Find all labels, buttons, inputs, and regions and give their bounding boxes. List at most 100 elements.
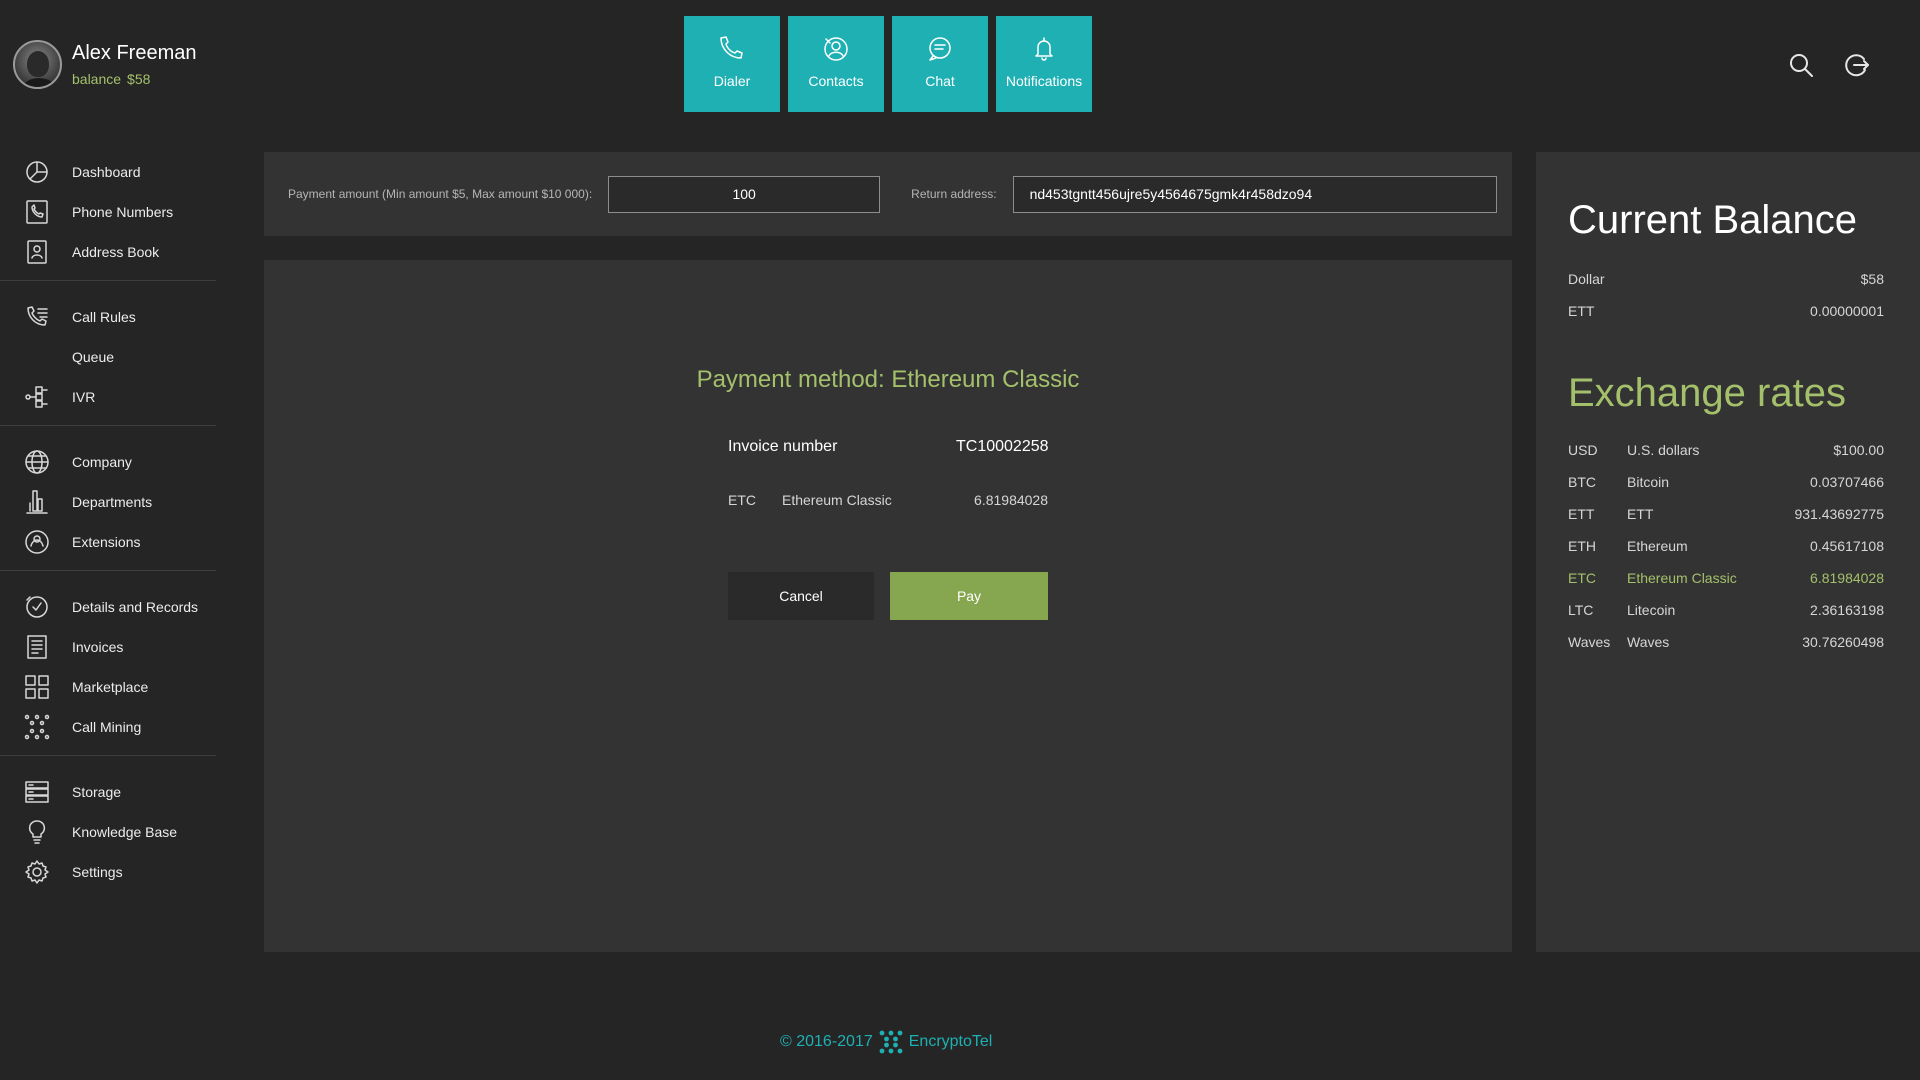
- balance-label: balance: [72, 71, 122, 87]
- gear-icon: [24, 859, 50, 885]
- departments-icon: [24, 489, 50, 515]
- user-profile[interactable]: Alex Freeman balance $58: [13, 40, 197, 89]
- user-balance: balance $58: [72, 71, 197, 87]
- return-address-input[interactable]: [1012, 175, 1497, 213]
- user-name: Alex Freeman: [72, 42, 197, 64]
- exchange-rate-row[interactable]: ETT ETT 931.43692775: [1568, 498, 1884, 530]
- cancel-button[interactable]: Cancel: [728, 572, 874, 620]
- tile-dialer[interactable]: Dialer: [684, 16, 780, 112]
- avatar[interactable]: [13, 40, 62, 89]
- rate-code: LTC: [1568, 602, 1594, 618]
- balance-panel: Current Balance Dollar $58 ETT 0.00000001 E…: [1536, 152, 1920, 952]
- sidebar-item-extensions[interactable]: Extensions: [0, 522, 216, 562]
- exchange-rate-row[interactable]: LTC Litecoin 2.36163198: [1568, 594, 1884, 626]
- sidebar-divider: [0, 280, 216, 281]
- rate-code: Waves: [1568, 634, 1611, 650]
- rate-name: Ethereum: [1627, 538, 1688, 554]
- top-tiles: Dialer Contacts Chat Notifications: [684, 16, 1100, 112]
- marketplace-icon: [24, 674, 50, 700]
- tile-chat[interactable]: Chat: [892, 16, 988, 112]
- sidebar-item-departments[interactable]: Departments: [0, 482, 216, 522]
- sidebar-item-label: Phone Numbers: [72, 204, 174, 220]
- sidebar-item-label: Details and Records: [72, 599, 199, 615]
- payment-bar: Payment amount (Min amount $5, Max amoun…: [264, 152, 1512, 236]
- sidebar-item-address-book[interactable]: Address Book: [0, 232, 216, 272]
- contacts-icon: [824, 37, 848, 61]
- sidebar-divider: [0, 425, 216, 426]
- sidebar-item-phone-numbers[interactable]: Phone Numbers: [0, 192, 216, 232]
- rate-name: Waves: [1627, 634, 1670, 650]
- logout-button[interactable]: [1842, 50, 1872, 80]
- balance-row: Dollar $58: [1568, 263, 1884, 295]
- rate-code: ETC: [1568, 570, 1596, 586]
- sidebar-item-storage[interactable]: Storage: [0, 772, 216, 812]
- payment-amount-input[interactable]: [608, 175, 881, 213]
- tile-label: Dialer: [713, 73, 751, 89]
- search-button[interactable]: [1786, 50, 1816, 80]
- exchange-rate-row[interactable]: USD U.S. dollars $100.00: [1568, 434, 1884, 466]
- sidebar-item-label: Invoices: [72, 639, 124, 655]
- rate-name: ETT: [1627, 506, 1654, 522]
- rate-name: U.S. dollars: [1627, 442, 1700, 458]
- payment-method-title: Payment method: Ethereum Classic: [696, 366, 1080, 393]
- sidebar: Dashboard Phone Numbers Address Book Call R…: [0, 152, 216, 892]
- profile-text: Alex Freeman balance $58: [72, 42, 197, 87]
- coin-code: ETC: [728, 492, 756, 508]
- sidebar-item-label: Address Book: [72, 244, 160, 260]
- balance-list: Dollar $58 ETT 0.00000001: [1568, 263, 1884, 327]
- pay-button[interactable]: Pay: [890, 572, 1048, 620]
- rate-value: 30.76260498: [1802, 634, 1884, 650]
- rate-value: 0.03707466: [1810, 474, 1884, 490]
- sidebar-item-queue[interactable]: Queue: [0, 337, 216, 377]
- sidebar-item-label: IVR: [72, 389, 96, 405]
- rate-code: USD: [1568, 442, 1598, 458]
- call-mining-icon: [24, 714, 50, 740]
- sidebar-item-dashboard[interactable]: Dashboard: [0, 152, 216, 192]
- return-address-label: Return address:: [911, 187, 997, 201]
- bell-icon: [1035, 37, 1053, 61]
- balance-value: $58: [127, 71, 151, 87]
- exchange-rate-row[interactable]: BTC Bitcoin 0.03707466: [1568, 466, 1884, 498]
- balance-currency: ETT: [1568, 303, 1595, 319]
- dashboard-icon: [24, 159, 50, 185]
- tile-label: Notifications: [1005, 73, 1083, 89]
- exchange-rates-list: USD U.S. dollars $100.00 BTC Bitcoin 0.037074…: [1568, 434, 1884, 658]
- sidebar-item-label: Knowledge Base: [72, 824, 178, 840]
- rate-code: ETH: [1568, 538, 1596, 554]
- balance-row: ETT 0.00000001: [1568, 295, 1884, 327]
- extensions-icon: [24, 529, 50, 555]
- sidebar-item-company[interactable]: Company: [0, 442, 216, 482]
- tile-label: Contacts: [808, 73, 864, 89]
- tile-contacts[interactable]: Contacts: [788, 16, 884, 112]
- sidebar-item-call-rules[interactable]: Call Rules: [0, 297, 216, 337]
- top-actions: [1760, 50, 1872, 80]
- ivr-icon: [24, 384, 50, 410]
- chat-icon: [929, 37, 951, 61]
- sidebar-divider: [0, 755, 216, 756]
- balance-amount: $58: [1860, 271, 1884, 287]
- sidebar-item-knowledge-base[interactable]: Knowledge Base: [0, 812, 216, 852]
- sidebar-item-call-mining[interactable]: Call Mining: [0, 707, 216, 747]
- call-rules-icon: [24, 304, 50, 330]
- sidebar-item-invoices[interactable]: Invoices: [0, 627, 216, 667]
- address-book-icon: [24, 239, 50, 265]
- exchange-rate-row[interactable]: Waves Waves 30.76260498: [1568, 626, 1884, 658]
- exchange-rates-title: Exchange rates: [1568, 371, 1846, 415]
- sidebar-item-label: Queue: [72, 349, 115, 365]
- logout-icon: [1845, 54, 1869, 77]
- exchange-rate-row[interactable]: ETC Ethereum Classic 6.81984028: [1568, 562, 1884, 594]
- sidebar-divider: [0, 570, 216, 571]
- tile-notifications[interactable]: Notifications: [996, 16, 1092, 112]
- sidebar-item-details-and-records[interactable]: Details and Records: [0, 587, 216, 627]
- exchange-rate-row[interactable]: ETH Ethereum 0.45617108: [1568, 530, 1884, 562]
- copyright-text: © 2016-2017: [780, 1033, 873, 1050]
- payment-panel: Payment method: Ethereum Classic Invoice…: [264, 260, 1512, 952]
- sidebar-item-marketplace[interactable]: Marketplace: [0, 667, 216, 707]
- rate-value: 0.45617108: [1810, 538, 1884, 554]
- sidebar-item-settings[interactable]: Settings: [0, 852, 216, 892]
- sidebar-item-ivr[interactable]: IVR: [0, 377, 216, 417]
- invoice-number-value: TC10002258: [956, 438, 1049, 455]
- sidebar-item-label: Call Rules: [72, 309, 136, 325]
- sidebar-item-label: Call Mining: [72, 719, 142, 735]
- storage-icon: [24, 779, 50, 805]
